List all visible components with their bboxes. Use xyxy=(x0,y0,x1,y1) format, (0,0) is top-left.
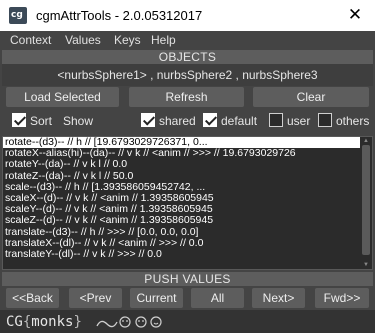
app-icon-label: cg xyxy=(11,10,23,20)
show-label: Show xyxy=(63,114,94,128)
back-button[interactable]: <<Back xyxy=(6,288,59,308)
close-icon[interactable]: ✕ xyxy=(341,4,369,26)
all-button[interactable]: All xyxy=(191,288,244,308)
selected-objects-label: <nurbsSphere1> , nurbsSphere2 , nurbsSph… xyxy=(2,64,373,86)
cgmonks-logo: CG{monks} xyxy=(6,314,82,330)
clear-button[interactable]: Clear xyxy=(253,87,369,107)
current-button[interactable]: Current xyxy=(130,288,183,308)
shared-label: shared xyxy=(159,114,196,128)
scrollbar[interactable]: ▲ ▼ xyxy=(360,137,372,269)
prev-button[interactable]: <Prev xyxy=(69,288,122,308)
scroll-up-arrow-icon[interactable]: ▲ xyxy=(362,138,370,144)
attribute-list[interactable]: rotate--(d3)-- // h // [19.6793029726371… xyxy=(2,136,373,270)
others-checkbox[interactable] xyxy=(318,113,332,127)
menu-context[interactable]: Context xyxy=(10,33,51,48)
default-checkbox[interactable] xyxy=(203,113,217,127)
attribute-row[interactable]: scaleZ--(d)-- // v k // <anim // 1.39358… xyxy=(3,215,372,226)
footer: CG{monks} xyxy=(0,310,375,333)
others-label: others xyxy=(336,114,370,128)
next-button[interactable]: Next> xyxy=(252,288,305,308)
monkey-doodle-icon xyxy=(96,316,162,328)
user-checkbox[interactable] xyxy=(269,113,283,127)
menu-values[interactable]: Values xyxy=(65,33,101,48)
attribute-row[interactable]: rotateY--(da)-- // v k l // 0.0 xyxy=(3,159,372,170)
menu-keys[interactable]: Keys xyxy=(114,33,141,48)
window-title: cgmAttrTools - 2.0.05312017 xyxy=(36,8,203,23)
title-bar: cg cgmAttrTools - 2.0.05312017 ✕ xyxy=(0,0,375,31)
load-selected-button[interactable]: Load Selected xyxy=(6,87,119,107)
user-label: user xyxy=(287,114,311,128)
menu-help[interactable]: Help xyxy=(151,33,176,48)
app-icon: cg xyxy=(9,7,27,24)
default-label: default xyxy=(221,114,258,128)
scroll-down-arrow-icon[interactable]: ▼ xyxy=(362,262,370,268)
objects-header: OBJECTS xyxy=(2,50,373,64)
attribute-row[interactable]: translateY--(dl)-- // v k // >>> // 0.0 xyxy=(3,248,372,260)
sort-label: Sort xyxy=(30,114,53,128)
push-values-header: PUSH VALUES xyxy=(2,272,373,286)
scrollbar-thumb[interactable] xyxy=(362,145,370,255)
fwd-button[interactable]: Fwd>> xyxy=(315,288,369,308)
shared-checkbox[interactable] xyxy=(141,113,155,127)
menu-bar: Context Values Keys Help xyxy=(0,31,375,50)
attribute-row[interactable]: translate--(d3)-- // h // >>> // [0.0, 0… xyxy=(3,226,372,238)
sort-checkbox[interactable] xyxy=(12,113,26,127)
refresh-button[interactable]: Refresh xyxy=(129,87,244,107)
